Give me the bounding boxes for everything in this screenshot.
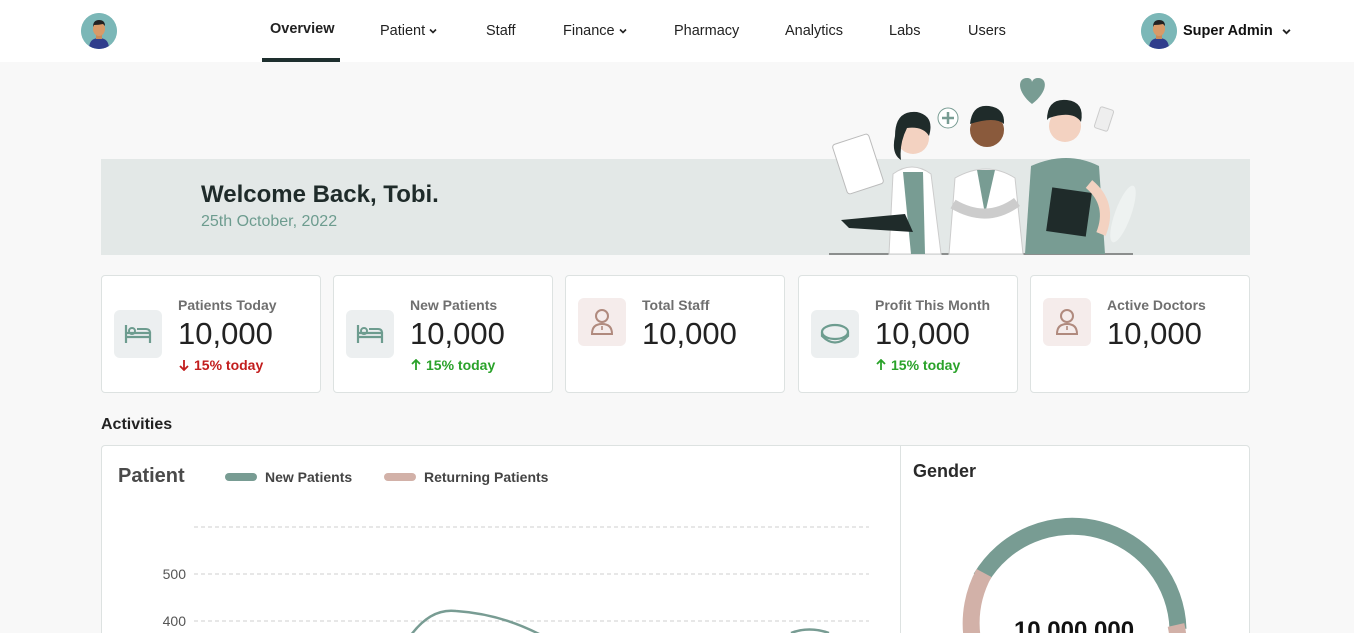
series-line-new-patients	[411, 609, 540, 633]
nav-users[interactable]: Users	[968, 0, 1006, 62]
donut-segment-primary	[973, 517, 1187, 630]
y-tick-label: 400	[163, 613, 187, 629]
chevron-down-icon	[619, 28, 627, 34]
welcome-date: 25th October, 2022	[201, 213, 338, 230]
nav-users-label: Users	[968, 23, 1006, 39]
legend-label: Returning Patients	[424, 469, 549, 485]
logo-avatar-icon[interactable]	[81, 13, 117, 49]
coin-icon	[811, 310, 859, 358]
stat-label: Total Staff	[642, 297, 710, 313]
legend-label: New Patients	[265, 469, 353, 485]
series-line-new-patients-tail	[790, 628, 830, 633]
stat-card-profit-this-month[interactable]: Profit This Month 10,000 15% today	[798, 275, 1018, 393]
legend-swatch	[225, 473, 257, 481]
stat-value: 10,000	[1107, 316, 1202, 351]
stat-card-active-doctors[interactable]: Active Doctors 10,000	[1030, 275, 1250, 393]
chevron-down-icon	[429, 28, 437, 34]
user-menu[interactable]: Super Admin	[1141, 12, 1291, 50]
stat-label: Patients Today	[178, 297, 277, 313]
bed-icon	[346, 310, 394, 358]
nav-analytics-label: Analytics	[785, 23, 844, 39]
legend-swatch	[384, 473, 416, 481]
user-avatar-icon	[1141, 13, 1177, 49]
bed-icon	[114, 310, 162, 358]
y-tick-label: 500	[163, 566, 187, 582]
gender-donut-chart	[962, 517, 1187, 633]
nav-pharmacy-label: Pharmacy	[674, 23, 740, 39]
patient-chart-title: Patient	[118, 465, 185, 487]
welcome-title: Welcome Back, Tobi.	[201, 181, 439, 208]
chevron-down-icon	[1282, 28, 1291, 34]
nav-staff-label: Staff	[486, 23, 516, 39]
nav-labs-label: Labs	[889, 23, 921, 39]
nav-pharmacy[interactable]: Pharmacy	[674, 0, 739, 62]
stat-value: 10,000	[178, 316, 273, 351]
donut-segment-tertiary	[1167, 623, 1187, 633]
stat-value: 10,000	[410, 316, 505, 351]
arrow-up-icon	[876, 359, 886, 370]
nav-overview[interactable]: Overview	[270, 0, 335, 62]
nav-analytics[interactable]: Analytics	[785, 0, 843, 62]
stat-value: 10,000	[875, 316, 970, 351]
stat-trend-text: 15% today	[194, 357, 264, 373]
nav-staff[interactable]: Staff	[486, 0, 516, 62]
person-icon	[578, 298, 626, 346]
nav-finance[interactable]: Finance	[563, 0, 627, 62]
nav-patient-label: Patient	[380, 23, 426, 39]
arrow-up-icon	[411, 359, 421, 370]
gender-total-value: 10,000,000	[1013, 617, 1135, 633]
legend-new-patients[interactable]: New Patients	[225, 469, 352, 485]
arrow-down-icon	[179, 360, 189, 371]
gender-title: Gender	[913, 461, 977, 481]
stat-card-total-staff[interactable]: Total Staff 10,000	[565, 275, 785, 393]
nav-overview-label: Overview	[270, 21, 335, 37]
nav-labs[interactable]: Labs	[889, 0, 920, 62]
stat-label: Profit This Month	[875, 297, 991, 313]
patient-line-chart: 500 400	[163, 526, 869, 633]
stat-trend: 15% today	[410, 357, 495, 373]
stat-label: New Patients	[410, 297, 498, 313]
doctors-illustration	[829, 78, 1136, 255]
user-name: Super Admin	[1183, 23, 1273, 39]
person-icon	[1043, 298, 1091, 346]
stat-value: 10,000	[642, 316, 737, 351]
top-navbar: Overview Patient Staff Finance Pharmacy …	[0, 0, 1354, 62]
activities-title: Activities	[101, 416, 173, 433]
nav-patient[interactable]: Patient	[380, 0, 437, 62]
stat-trend: 15% today	[875, 357, 960, 373]
active-tab-indicator	[262, 58, 340, 62]
stat-card-new-patients[interactable]: New Patients 10,000 15% today	[333, 275, 553, 393]
stat-label: Active Doctors	[1107, 297, 1206, 313]
stat-trend-text: 15% today	[891, 357, 961, 373]
nav-finance-label: Finance	[563, 23, 615, 39]
stat-trend-text: 15% today	[426, 357, 496, 373]
stat-card-patients-today[interactable]: Patients Today 10,000 15% today	[101, 275, 321, 393]
stat-trend: 15% today	[178, 357, 263, 373]
legend-returning-patients[interactable]: Returning Patients	[384, 469, 548, 485]
